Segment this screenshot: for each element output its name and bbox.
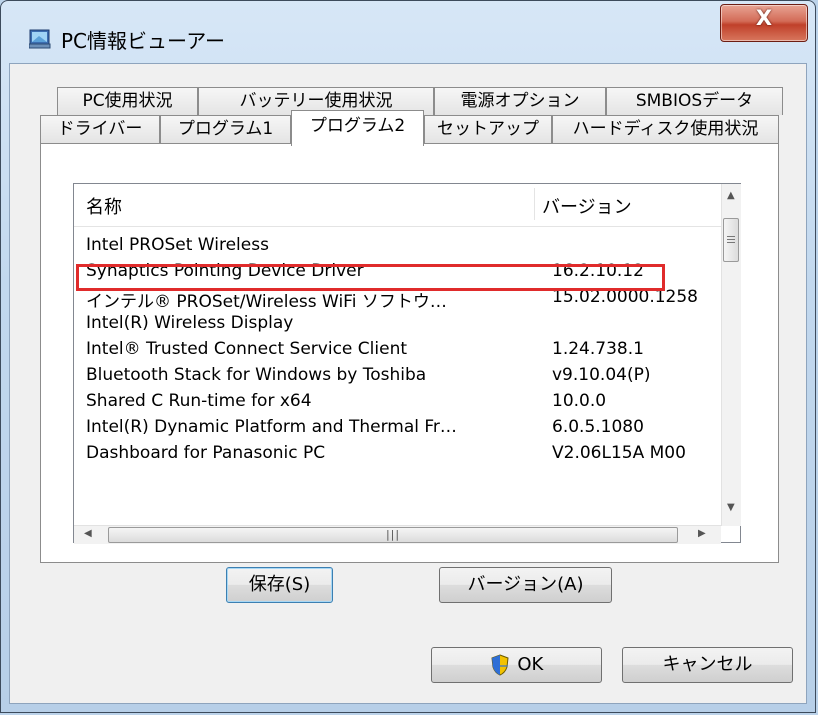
tab-programs-1[interactable]: プログラム1	[160, 115, 291, 143]
column-divider[interactable]	[534, 188, 535, 220]
list-item[interactable]: Synaptics Pointing Device Driver 16.2.10…	[74, 258, 722, 284]
program-version: 6.0.5.1080	[552, 417, 644, 437]
tab-pc-usage[interactable]: PC使用状況	[57, 87, 198, 115]
vertical-scrollbar[interactable]: ▲ ▼	[721, 184, 741, 526]
program-name: Intel(R) Dynamic Platform and Thermal Fr…	[86, 417, 457, 437]
tab-setup[interactable]: セットアップ	[424, 115, 552, 143]
app-window-icon	[28, 28, 51, 50]
list-item[interactable]: インテル® PROSet/Wireless WiFi ソフトウ… 15.02.0…	[74, 284, 722, 312]
program-list[interactable]: 名称 バージョン Intel PROSet Wireless Synaptics…	[73, 183, 741, 544]
program-name: Intel PROSet Wireless	[86, 235, 269, 255]
program-name: Bluetooth Stack for Windows by Toshiba	[86, 365, 427, 385]
cancel-button[interactable]: キャンセル	[622, 647, 793, 683]
scroll-left-icon[interactable]: ◀	[84, 528, 92, 539]
close-button[interactable]: X	[720, 4, 808, 42]
tab-smbios-data[interactable]: SMBIOSデータ	[606, 87, 783, 115]
tab-drivers[interactable]: ドライバー	[40, 115, 160, 143]
column-header-name[interactable]: 名称	[86, 193, 122, 219]
program-name: Dashboard for Panasonic PC	[86, 443, 326, 463]
list-item[interactable]: Intel(R) Dynamic Platform and Thermal Fr…	[74, 414, 722, 440]
list-item[interactable]: Intel® Trusted Connect Service Client 1.…	[74, 336, 722, 362]
list-item[interactable]: Shared C Run-time for x64 10.0.0	[74, 388, 722, 414]
program-name: インテル® PROSet/Wireless WiFi ソフトウ…	[86, 292, 447, 312]
title-bar[interactable]: PC情報ビューアー X	[1, 1, 815, 63]
program-version: v9.10.04(P)	[552, 365, 651, 385]
dialog-client-area: PC使用状況 バッテリー使用状況 電源オプション SMBIOSデータ ドライバー…	[9, 63, 807, 704]
list-item[interactable]: Intel PROSet Wireless	[74, 232, 722, 258]
program-version: V2.06L15A M00	[552, 443, 686, 463]
program-version: 16.2.10.12	[552, 261, 644, 281]
list-header: 名称 バージョン	[74, 184, 722, 227]
window: PC情報ビューアー X PC使用状況 バッテリー使用状況 電源オプション SMB…	[0, 0, 816, 713]
scroll-down-icon[interactable]: ▼	[727, 502, 735, 513]
list-item[interactable]: Bluetooth Stack for Windows by Toshiba v…	[74, 362, 722, 388]
save-button-label: 保存(S)	[248, 574, 311, 595]
list-item[interactable]: Dashboard for Panasonic PC V2.06L15A M00	[74, 440, 722, 466]
close-icon: X	[755, 6, 773, 30]
tab-programs-2[interactable]: プログラム2	[291, 110, 424, 146]
column-header-version[interactable]: バージョン	[542, 193, 632, 219]
version-button[interactable]: バージョン(A)	[439, 567, 612, 603]
program-name: Synaptics Pointing Device Driver	[86, 261, 364, 281]
program-version: 1.24.738.1	[552, 339, 644, 359]
scroll-up-icon[interactable]: ▲	[727, 190, 735, 201]
tab-power-options[interactable]: 電源オプション	[434, 87, 606, 115]
tab-panel: 名称 バージョン Intel PROSet Wireless Synaptics…	[40, 143, 779, 603]
vertical-scroll-thumb[interactable]	[723, 218, 739, 262]
program-version: 15.02.0000.1258	[552, 287, 699, 307]
ok-button-label: OK	[517, 654, 544, 675]
program-name: Intel® Trusted Connect Service Client	[86, 339, 408, 359]
scroll-right-icon[interactable]: ▶	[698, 528, 706, 539]
program-name: Intel(R) Wireless Display	[86, 313, 294, 333]
cancel-button-label: キャンセル	[662, 654, 753, 675]
window-title: PC情報ビューアー	[61, 29, 226, 53]
horizontal-scroll-thumb[interactable]: |||	[108, 527, 678, 543]
horizontal-scrollbar[interactable]: ◀ ||| ▶	[74, 525, 721, 544]
ok-button[interactable]: OK	[431, 647, 602, 683]
program-name: Shared C Run-time for x64	[86, 391, 312, 411]
program-version: 10.0.0	[552, 391, 607, 411]
tab-hdd-usage[interactable]: ハードディスク使用状況	[552, 115, 779, 143]
save-button[interactable]: 保存(S)	[226, 567, 333, 603]
uac-shield-icon	[490, 654, 510, 676]
version-button-label: バージョン(A)	[467, 574, 584, 595]
list-item[interactable]: Intel(R) Wireless Display	[74, 310, 722, 336]
